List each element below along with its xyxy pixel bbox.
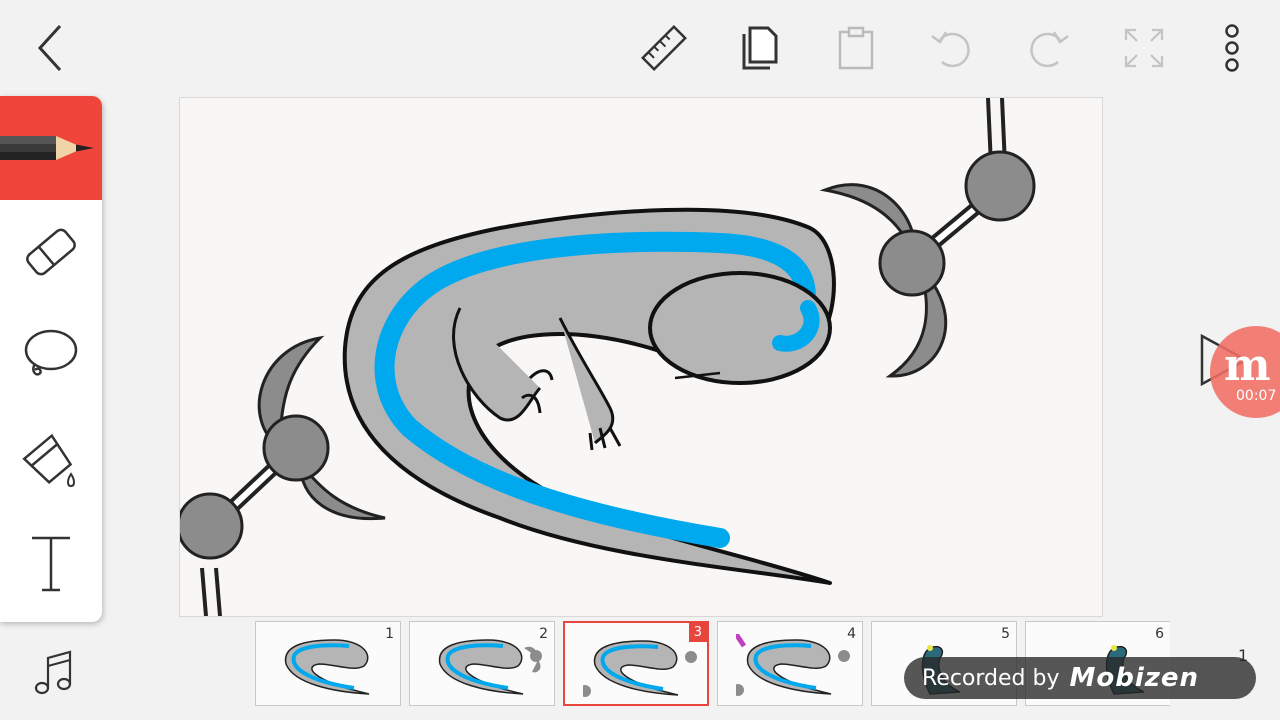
frame-number: 5	[1001, 626, 1010, 642]
watermark-brand: Mobizen	[1069, 663, 1200, 693]
watermark-label: Recorded by	[922, 665, 1060, 691]
eraser-icon	[26, 228, 76, 276]
fullscreen-button[interactable]	[1116, 20, 1172, 76]
copy-icon	[742, 26, 778, 70]
paste-button[interactable]	[828, 20, 884, 76]
pencil-tool[interactable]	[0, 96, 102, 200]
recorder-logo: m	[1224, 340, 1271, 391]
lasso-tool[interactable]	[0, 304, 102, 408]
frame-preview	[438, 639, 542, 695]
frame-thumbnail[interactable]: 2	[409, 621, 555, 706]
frame-number: 3	[688, 623, 707, 642]
frame-thumbnail-selected[interactable]: 3	[563, 621, 709, 706]
fill-tool[interactable]	[0, 408, 102, 512]
undo-icon	[931, 31, 970, 68]
undo-button[interactable]	[924, 20, 980, 76]
back-button[interactable]	[22, 20, 78, 76]
eraser-tool[interactable]	[0, 200, 102, 304]
frame-number: 2	[539, 626, 548, 642]
propeller-right	[819, 98, 1036, 378]
more-vertical-icon	[1225, 24, 1239, 72]
chevron-left-icon	[37, 24, 62, 72]
redo-icon	[1030, 31, 1069, 68]
frame-number: 6	[1155, 626, 1164, 642]
paste-icon	[838, 26, 874, 70]
lasso-icon	[24, 329, 78, 376]
recording-time: 00:07	[1236, 388, 1277, 404]
pencil-icon	[0, 136, 94, 160]
ruler-button[interactable]	[636, 20, 692, 76]
frame-thumbnail[interactable]: 1	[255, 621, 401, 706]
recorder-watermark: Recorded by Mobizen	[904, 657, 1256, 699]
frame-preview	[583, 640, 697, 697]
top-toolbar	[0, 0, 1280, 96]
text-tool[interactable]	[0, 512, 102, 616]
redo-button[interactable]	[1020, 20, 1076, 76]
dinosaur-body	[342, 207, 836, 585]
copy-button[interactable]	[732, 20, 788, 76]
text-icon	[32, 536, 70, 592]
frame-number: 1	[385, 626, 394, 642]
sound-button[interactable]	[28, 648, 78, 702]
fullscreen-icon	[1124, 28, 1164, 68]
music-note-icon	[34, 650, 72, 695]
frame-preview	[284, 639, 370, 695]
tool-panel	[0, 96, 102, 622]
drawing-artwork	[180, 98, 1036, 616]
ruler-icon	[641, 25, 687, 71]
drawing-canvas[interactable]	[179, 97, 1103, 617]
frame-number: 4	[847, 626, 856, 642]
frame-thumbnail[interactable]: 4	[717, 621, 863, 706]
frame-preview	[736, 634, 850, 696]
more-options-button[interactable]	[1204, 20, 1260, 76]
paint-bucket-icon	[22, 433, 75, 488]
